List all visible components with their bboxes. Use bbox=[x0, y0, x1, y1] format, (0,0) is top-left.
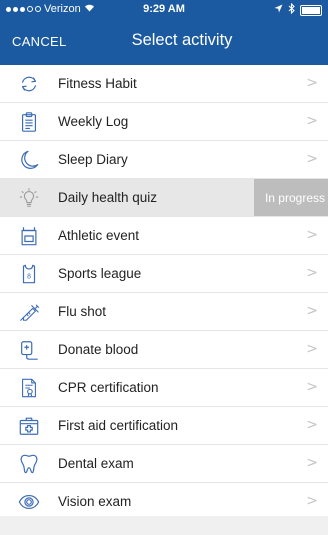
activity-list: Fitness Habit > Weekly Log > Sleep Diary… bbox=[0, 65, 328, 521]
activity-label: First aid certification bbox=[58, 418, 179, 433]
battery-icon bbox=[300, 4, 322, 16]
chevron-right-icon: > bbox=[306, 227, 318, 243]
svg-text:8: 8 bbox=[27, 273, 31, 280]
chevron-right-icon: > bbox=[306, 303, 318, 319]
status-icons bbox=[274, 2, 322, 17]
moon-icon bbox=[0, 141, 58, 178]
activity-row-flu-shot[interactable]: Flu shot > bbox=[0, 293, 328, 331]
chevron-right-icon: > bbox=[306, 113, 318, 129]
activity-label: Dental exam bbox=[58, 456, 134, 471]
athletic-bib-icon bbox=[0, 217, 58, 254]
footer-area bbox=[0, 516, 328, 535]
activity-label: Donate blood bbox=[58, 342, 139, 357]
blood-bag-icon bbox=[0, 331, 58, 368]
page-title: Select activity bbox=[131, 31, 233, 49]
activity-row-weekly-log[interactable]: Weekly Log > bbox=[0, 103, 328, 141]
chevron-right-icon: > bbox=[306, 417, 318, 433]
certificate-icon bbox=[0, 369, 58, 406]
status-badge: In progress bbox=[254, 179, 328, 216]
activity-row-athletic-event[interactable]: Athletic event > bbox=[0, 217, 328, 255]
activity-row-dental-exam[interactable]: Dental exam > bbox=[0, 445, 328, 483]
bluetooth-icon bbox=[288, 2, 295, 17]
tooth-icon bbox=[0, 445, 58, 482]
activity-label: Weekly Log bbox=[58, 114, 129, 129]
activity-label: Athletic event bbox=[58, 228, 140, 243]
activity-label: Fitness Habit bbox=[58, 76, 137, 91]
activity-row-donate-blood[interactable]: Donate blood > bbox=[0, 331, 328, 369]
clipboard-icon bbox=[0, 103, 58, 140]
status-bar: Verizon 9:29 AM bbox=[0, 0, 328, 20]
activity-label: Sleep Diary bbox=[58, 152, 128, 167]
activity-label: CPR certification bbox=[58, 380, 159, 395]
activity-row-sports-league[interactable]: 8 Sports league > bbox=[0, 255, 328, 293]
activity-label: Vision exam bbox=[58, 494, 132, 509]
eye-icon bbox=[0, 483, 58, 520]
first-aid-kit-icon bbox=[0, 407, 58, 444]
chevron-right-icon: > bbox=[306, 379, 318, 395]
activity-label: Sports league bbox=[58, 266, 142, 281]
chevron-right-icon: > bbox=[306, 75, 318, 91]
location-icon bbox=[274, 4, 283, 16]
activity-row-cpr-certification[interactable]: CPR certification > bbox=[0, 369, 328, 407]
chevron-right-icon: > bbox=[306, 265, 318, 281]
lightbulb-icon bbox=[0, 179, 58, 216]
nav-bar: CANCEL Select activity bbox=[0, 20, 328, 65]
chevron-right-icon: > bbox=[306, 455, 318, 471]
header: Verizon 9:29 AM CANCEL Select activity bbox=[0, 0, 328, 65]
chevron-right-icon: > bbox=[306, 341, 318, 357]
refresh-icon bbox=[0, 65, 58, 102]
activity-label: Flu shot bbox=[58, 304, 107, 319]
activity-row-sleep-diary[interactable]: Sleep Diary > bbox=[0, 141, 328, 179]
chevron-right-icon: > bbox=[306, 151, 318, 167]
activity-row-first-aid-certification[interactable]: First aid certification > bbox=[0, 407, 328, 445]
syringe-icon bbox=[0, 293, 58, 330]
jersey-icon: 8 bbox=[0, 255, 58, 292]
activity-row-fitness-habit[interactable]: Fitness Habit > bbox=[0, 65, 328, 103]
chevron-right-icon: > bbox=[306, 493, 318, 509]
activity-row-daily-health-quiz[interactable]: Daily health quiz In progress bbox=[0, 179, 328, 217]
